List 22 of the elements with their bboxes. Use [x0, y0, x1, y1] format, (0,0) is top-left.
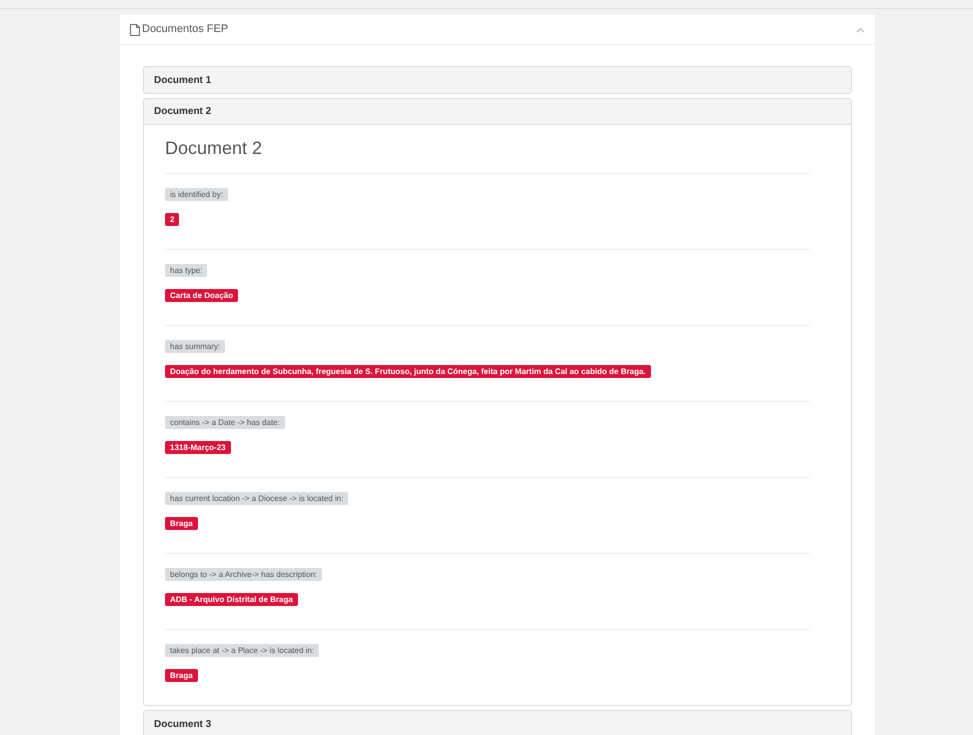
property-value: 2	[165, 213, 180, 226]
chevron-up-icon[interactable]	[856, 26, 865, 32]
property-label: belongs to -> a Archive-> has description:	[165, 568, 322, 581]
property-label: is identified by:	[165, 188, 228, 201]
document-header[interactable]: Document 2	[144, 99, 851, 125]
document-header[interactable]: Document 1	[144, 67, 851, 93]
document-heading: Document 2	[165, 137, 264, 159]
panel-header[interactable]: Documentos FEP	[120, 15, 875, 45]
property-value: 1318-Março-23	[165, 441, 231, 454]
property-label: has current location -> a Diocese -> is located in:	[165, 492, 348, 505]
property-value: Doação do herdamento de Subcunha, freguesia de S. Frutuoso, junto da Cónega, feita por Martim da Cal ao cabido de Braga.	[165, 365, 651, 378]
document-header[interactable]: Document 3	[144, 711, 851, 735]
property-label: contains -> a Date -> has date:	[165, 416, 285, 429]
document-icon	[130, 24, 140, 36]
property-label: has type:	[165, 264, 208, 277]
panel-title: Documentos FEP	[142, 22, 230, 38]
property-value: ADB - Arquivo Distrital de Braga	[165, 593, 298, 606]
property-label: takes place at -> a Place -> is located in:	[165, 644, 320, 657]
property-label: has summary:	[165, 340, 226, 353]
property-value: Braga	[165, 669, 198, 682]
property-value: Braga	[165, 517, 198, 530]
property-value: Carta de Doação	[165, 289, 238, 302]
